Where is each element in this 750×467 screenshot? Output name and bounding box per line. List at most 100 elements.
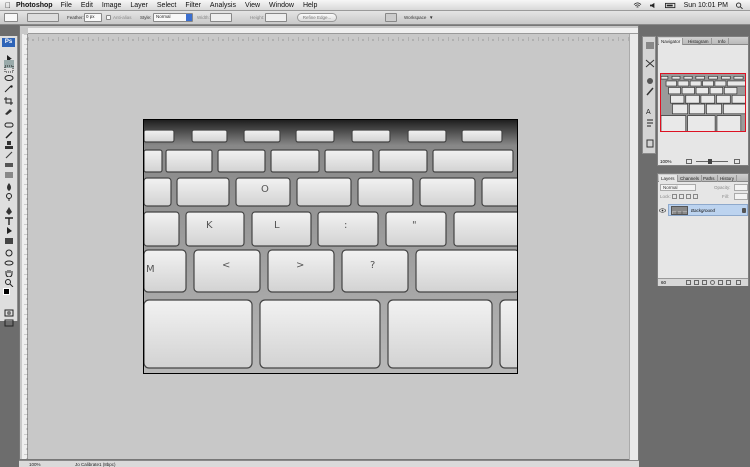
lock-label: Lock: <box>660 194 671 199</box>
paragraph-panel-icon[interactable] <box>645 119 655 128</box>
height-field[interactable] <box>265 13 287 22</box>
selection-mode-buttons[interactable] <box>27 13 59 22</box>
screen-mode-icon[interactable] <box>4 314 14 327</box>
eraser-tool-icon[interactable] <box>4 156 14 167</box>
quick-mask-icon[interactable] <box>4 304 14 317</box>
app-menu[interactable]: Photoshop <box>16 2 53 9</box>
menu-help[interactable]: Help <box>303 2 317 9</box>
move-tool-icon[interactable] <box>4 50 14 63</box>
status-bar: 100% Jo Calibrate1 (8bpc) <box>19 460 639 467</box>
layer-name[interactable]: Background <box>691 208 715 213</box>
navigator-zoom[interactable]: 100% <box>660 159 672 164</box>
workspace-menu[interactable]: Workspace <box>404 15 426 20</box>
image-canvas[interactable]: O K L: " M < >? <box>143 119 518 374</box>
menu-image[interactable]: Image <box>102 2 121 9</box>
zoom-level[interactable]: 100% <box>29 462 41 467</box>
delete-layer-icon[interactable] <box>736 280 741 285</box>
tab-history[interactable]: History <box>718 175 738 182</box>
opacity-field[interactable] <box>734 184 748 191</box>
panel-options-icon[interactable] <box>645 41 655 50</box>
lock-position-icon[interactable] <box>686 194 691 199</box>
character-panel-icon[interactable]: A <box>645 107 655 116</box>
marquee-tool-preset-picker[interactable] <box>4 13 18 22</box>
new-layer-icon[interactable] <box>726 280 731 285</box>
3d-orbit-tool-icon[interactable] <box>4 254 14 266</box>
bridge-icon[interactable] <box>385 13 397 22</box>
layer-mask-icon[interactable] <box>702 280 707 285</box>
layer-row-background[interactable]: Background <box>668 204 748 216</box>
document-info[interactable]: Jo Calibrate1 (8bpc) <box>75 462 116 467</box>
tab-navigator[interactable]: Navigator <box>659 38 684 45</box>
anti-alias-checkbox[interactable] <box>106 15 111 20</box>
lasso-tool-icon[interactable] <box>4 70 14 81</box>
menu-file[interactable]: File <box>61 2 72 9</box>
foreground-color-swatch[interactable] <box>3 288 10 295</box>
rectangle-tool-icon[interactable] <box>4 232 14 244</box>
zoom-slider[interactable] <box>696 161 728 162</box>
spotlight-search-icon[interactable] <box>735 1 744 9</box>
zoom-tool-icon[interactable] <box>4 274 14 288</box>
path-selection-tool-icon[interactable] <box>4 222 14 234</box>
zoom-slider-thumb[interactable] <box>708 159 712 164</box>
vertical-scrollbar[interactable] <box>629 34 638 460</box>
tools-preset-icon[interactable] <box>645 59 655 68</box>
clock[interactable]: Sun 10:01 PM <box>684 2 728 9</box>
volume-icon[interactable] <box>649 2 658 9</box>
brush-panel-icon[interactable] <box>645 87 655 96</box>
zoom-out-icon[interactable] <box>686 159 692 164</box>
actions-icon[interactable] <box>645 77 655 86</box>
link-layers-icon[interactable] <box>686 280 691 285</box>
menu-layer[interactable]: Layer <box>130 2 148 9</box>
clone-stamp-tool-icon[interactable] <box>4 136 14 149</box>
zoom-in-icon[interactable] <box>734 159 740 164</box>
crop-tool-icon[interactable] <box>4 92 14 105</box>
visibility-eye-icon[interactable] <box>659 208 666 213</box>
vertical-ruler[interactable] <box>22 34 28 459</box>
new-group-icon[interactable] <box>718 280 723 285</box>
ps-logo[interactable]: Ps <box>2 38 15 47</box>
tab-layers[interactable]: Layers <box>659 175 678 182</box>
feather-field[interactable]: 0 px <box>84 13 102 22</box>
wifi-icon[interactable] <box>633 1 642 9</box>
tab-info[interactable]: Info <box>716 38 729 45</box>
eyedropper-tool-icon[interactable] <box>4 102 14 115</box>
healing-brush-tool-icon[interactable] <box>4 116 14 128</box>
style-select[interactable]: Normal <box>153 13 193 22</box>
tab-histogram[interactable]: Histogram <box>686 38 712 45</box>
tab-channels[interactable]: Channels <box>678 175 703 182</box>
layer-style-icon[interactable] <box>694 280 699 285</box>
horizontal-ruler[interactable] <box>28 28 638 41</box>
menu-view[interactable]: View <box>245 2 260 9</box>
notes-icon[interactable] <box>645 139 655 148</box>
3d-rotate-tool-icon[interactable] <box>4 244 14 257</box>
menu-filter[interactable]: Filter <box>185 2 201 9</box>
marquee-tool-icon[interactable] <box>4 60 14 73</box>
navigator-preview[interactable] <box>660 73 746 132</box>
hand-tool-icon[interactable] <box>4 264 14 278</box>
tab-paths[interactable]: Paths <box>701 175 718 182</box>
navigator-tabs: Navigator Histogram Info <box>658 37 748 45</box>
width-field[interactable] <box>210 13 232 22</box>
lock-transparent-icon[interactable] <box>672 194 677 199</box>
apple-menu-icon[interactable]:  <box>0 1 16 10</box>
type-tool-icon[interactable] <box>4 212 14 225</box>
menu-analysis[interactable]: Analysis <box>210 2 236 9</box>
workspace-arrow-icon[interactable]: ▼ <box>429 15 433 20</box>
pen-tool-icon[interactable] <box>4 202 14 215</box>
fill-field[interactable] <box>734 193 748 200</box>
magic-wand-tool-icon[interactable] <box>4 80 14 93</box>
brush-tool-icon[interactable] <box>4 126 14 139</box>
menu-window[interactable]: Window <box>269 2 294 9</box>
blend-mode-select[interactable]: Normal <box>660 184 696 191</box>
battery-icon[interactable] <box>664 2 677 9</box>
gradient-tool-icon[interactable] <box>4 166 14 178</box>
dodge-tool-icon[interactable] <box>4 188 14 201</box>
adjustment-layer-icon[interactable] <box>710 280 715 285</box>
lock-pixels-icon[interactable] <box>679 194 684 199</box>
refine-edge-button[interactable]: Refine Edge... <box>297 13 337 22</box>
blur-tool-icon[interactable] <box>4 178 14 191</box>
menu-select[interactable]: Select <box>157 2 176 9</box>
history-brush-tool-icon[interactable] <box>4 146 14 159</box>
menu-edit[interactable]: Edit <box>81 2 93 9</box>
lock-all-icon[interactable] <box>693 194 698 199</box>
